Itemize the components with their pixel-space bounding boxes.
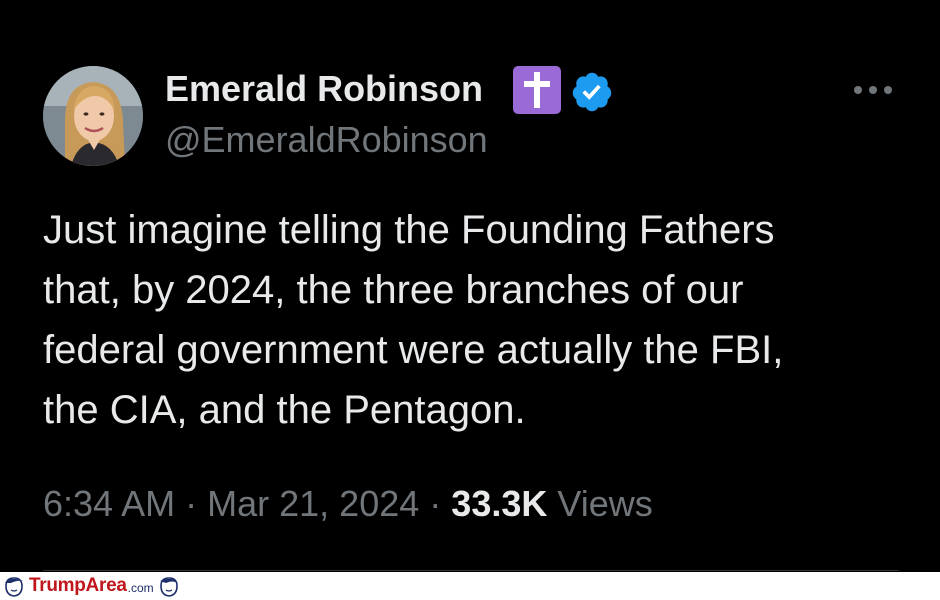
separator-dot: · (185, 483, 198, 524)
author-name[interactable]: Emerald Robinson (165, 69, 483, 109)
tweet-text-line: Just imagine telling the Founding Father… (43, 208, 775, 252)
author-handle[interactable]: @EmeraldRobinson (165, 120, 488, 160)
views-count[interactable]: 33.3K (451, 483, 547, 524)
views-label: Views (557, 483, 653, 524)
trump-face-icon (159, 577, 178, 597)
tweet-text-line: that, by 2024, the three branches of our (43, 268, 744, 312)
trump-face-icon (5, 577, 23, 597)
verified-icon[interactable] (570, 70, 614, 114)
avatar[interactable] (43, 66, 143, 166)
divider (43, 570, 899, 571)
watermark-brand: TrumpArea (29, 575, 127, 596)
tweet-card: Emerald Robinson @EmeraldRobinson Just i… (0, 0, 940, 572)
tweet-time[interactable]: 6:34 AM (43, 483, 175, 524)
tweet-text-line: the CIA, and the Pentagon. (43, 388, 526, 432)
watermark-suffix: .com (127, 581, 154, 595)
separator-dot: · (429, 483, 442, 524)
tweet-text-line: federal government were actually the FBI… (43, 328, 784, 372)
watermark: TrumpArea .com (2, 574, 181, 598)
more-horizontal-icon[interactable] (850, 76, 896, 104)
tweet-date[interactable]: Mar 21, 2024 (207, 483, 419, 524)
tweet-metadata: 6:34 AM · Mar 21, 2024 · 33.3K Views (43, 480, 653, 528)
cross-emoji-icon (513, 66, 561, 114)
page: Emerald Robinson @EmeraldRobinson Just i… (0, 0, 940, 600)
tweet-text: Just imagine telling the Founding Father… (43, 200, 903, 440)
